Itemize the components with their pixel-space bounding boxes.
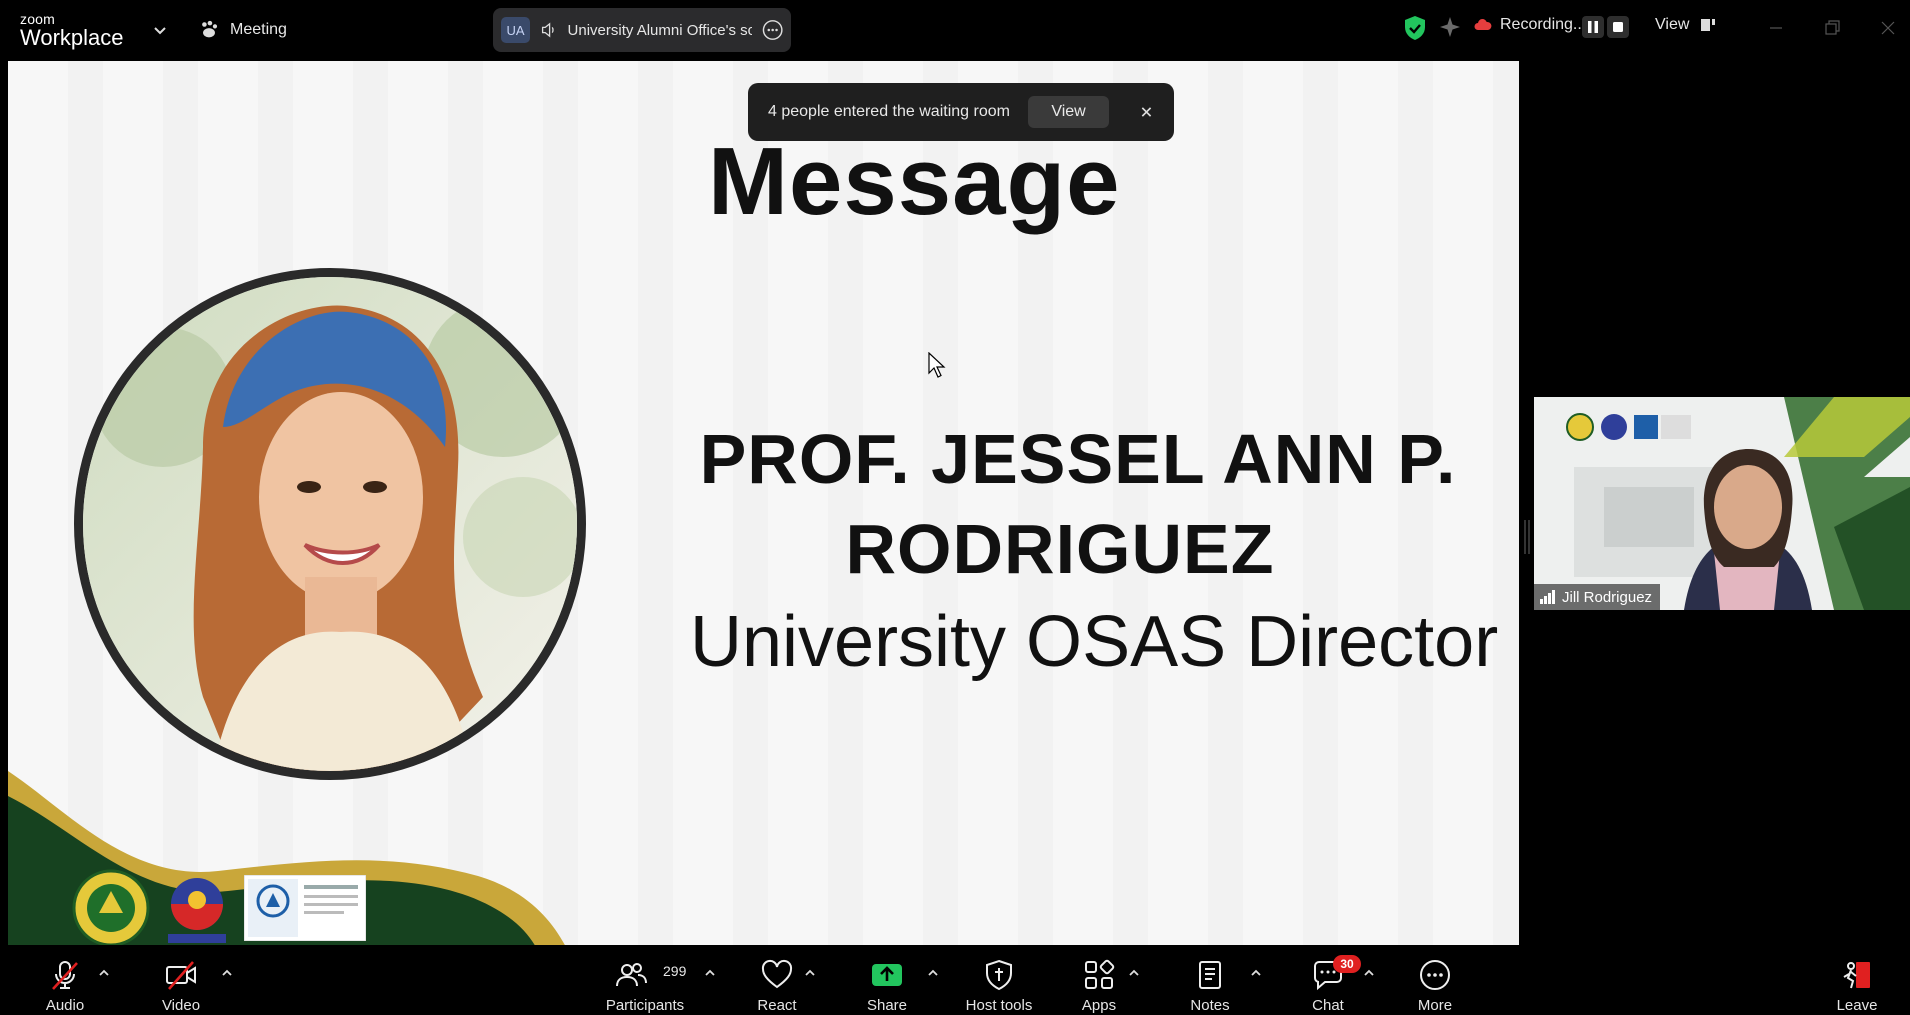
chat-unread-badge: 30: [1333, 955, 1361, 973]
participant-video: [1534, 397, 1910, 610]
share-screen-icon: [872, 964, 902, 986]
heart-icon: [761, 959, 793, 989]
close-icon[interactable]: [1139, 103, 1154, 121]
meeting-toolbar: Audio Video Participants 299 React Share…: [0, 946, 1910, 1015]
view-menu-button[interactable]: View: [1655, 16, 1717, 34]
participants-options-chevron-icon[interactable]: [703, 966, 717, 980]
host-shield-icon: [986, 959, 1012, 991]
notes-button[interactable]: Notes: [1184, 946, 1236, 1015]
participants-label: Participants: [605, 997, 685, 1014]
institution-logos: [72, 869, 366, 945]
more-options-icon[interactable]: [762, 19, 783, 41]
pause-recording-button[interactable]: [1582, 16, 1604, 38]
leave-door-icon: [1843, 962, 1870, 989]
screen-share-indicator[interactable]: UA University Alumni Office's scr: [493, 8, 791, 52]
speaker-name-line2: RODRIGUEZ: [845, 510, 1275, 588]
meeting-label: Meeting: [230, 21, 287, 38]
muted-microphone-icon: [52, 961, 78, 990]
recording-status[interactable]: Recording...: [1474, 16, 1586, 34]
chat-options-chevron-icon[interactable]: [1362, 966, 1376, 980]
recording-label: Recording...: [1500, 16, 1587, 33]
notes-label: Notes: [1190, 997, 1230, 1014]
host-tools-button[interactable]: Host tools: [960, 946, 1038, 1015]
share-button[interactable]: Share: [862, 946, 912, 1015]
shared-screen[interactable]: Message PROF. JESSEL ANN P. RODRIGUEZ Un…: [8, 61, 1519, 945]
waiting-room-notification: 4 people entered the waiting room View: [748, 83, 1174, 141]
speaker-icon[interactable]: [540, 21, 557, 39]
ai-companion-icon[interactable]: [1438, 15, 1462, 39]
app-logo[interactable]: zoom Workplace: [20, 12, 124, 49]
notification-text: 4 people entered the waiting room: [768, 103, 1010, 120]
participant-name: Jill Rodriguez: [1562, 588, 1653, 606]
participants-count: 299: [663, 963, 687, 979]
leave-label: Leave: [1836, 997, 1878, 1014]
more-label: More: [1417, 997, 1453, 1014]
react-label: React: [757, 997, 797, 1014]
notes-icon: [1199, 961, 1221, 989]
apps-button[interactable]: Apps: [1073, 946, 1125, 1015]
mouse-cursor-icon: [928, 352, 946, 378]
participant-name-label: Jill Rodriguez: [1534, 584, 1661, 610]
stop-recording-button[interactable]: [1607, 16, 1629, 38]
brand-bottom-text: Workplace: [20, 25, 124, 50]
participant-video-tile[interactable]: Jill Rodriguez: [1534, 397, 1910, 610]
react-button[interactable]: React: [752, 946, 802, 1015]
encryption-shield-icon[interactable]: [1403, 15, 1427, 41]
audio-label: Audio: [45, 997, 85, 1014]
audio-options-chevron-icon[interactable]: [97, 966, 111, 980]
minimize-icon[interactable]: [1762, 14, 1790, 42]
iso-certification-icon: [244, 875, 366, 941]
slide-title: Message: [708, 128, 1121, 235]
portrait-photo: [83, 277, 577, 771]
chevron-down-icon[interactable]: [150, 20, 170, 40]
bagong-pilipinas-logo-icon: [168, 878, 226, 943]
speaker-role: University OSAS Director: [690, 602, 1499, 682]
more-icon: [1420, 960, 1450, 990]
signal-strength-icon: [1540, 590, 1555, 604]
university-seal-icon: [72, 869, 150, 945]
cloud-recording-icon: [1474, 19, 1492, 30]
audio-button[interactable]: Audio: [40, 946, 90, 1015]
react-options-chevron-icon[interactable]: [803, 966, 817, 980]
view-waiting-room-button[interactable]: View: [1027, 96, 1110, 128]
host-tools-label: Host tools: [965, 997, 1033, 1014]
video-button[interactable]: Video: [156, 946, 206, 1015]
share-title: University Alumni Office's scr: [567, 21, 752, 39]
apps-options-chevron-icon[interactable]: [1127, 966, 1141, 980]
apps-label: Apps: [1081, 997, 1117, 1014]
video-options-chevron-icon[interactable]: [220, 966, 234, 980]
speaker-name-line1: PROF. JESSEL ANN P.: [699, 420, 1457, 498]
close-window-icon[interactable]: [1874, 14, 1902, 42]
leave-button[interactable]: Leave: [1832, 946, 1882, 1015]
panel-resize-handle[interactable]: [1524, 520, 1530, 554]
view-layout-icon: [1701, 19, 1716, 31]
chat-label: Chat: [1312, 997, 1344, 1014]
brand-top-text: zoom: [20, 11, 56, 27]
apps-grid-icon: [1085, 959, 1115, 989]
share-options-chevron-icon[interactable]: [926, 966, 940, 980]
video-label: Video: [161, 997, 201, 1014]
share-label: Share: [866, 997, 908, 1014]
pause-icon: [1588, 21, 1598, 33]
top-bar: zoom Workplace Meeting UA University Alu…: [0, 0, 1910, 60]
stop-icon: [1613, 22, 1623, 32]
participants-icon: [616, 963, 647, 987]
view-label: View: [1655, 16, 1690, 33]
restore-icon[interactable]: [1818, 14, 1846, 42]
notes-options-chevron-icon[interactable]: [1249, 966, 1263, 980]
meeting-menu-button[interactable]: Meeting: [198, 16, 287, 44]
sharer-avatar: UA: [501, 17, 531, 43]
video-off-icon: [166, 961, 196, 990]
meeting-paw-icon: [202, 20, 218, 38]
more-button[interactable]: More: [1410, 946, 1460, 1015]
participants-button[interactable]: Participants: [603, 946, 687, 1015]
